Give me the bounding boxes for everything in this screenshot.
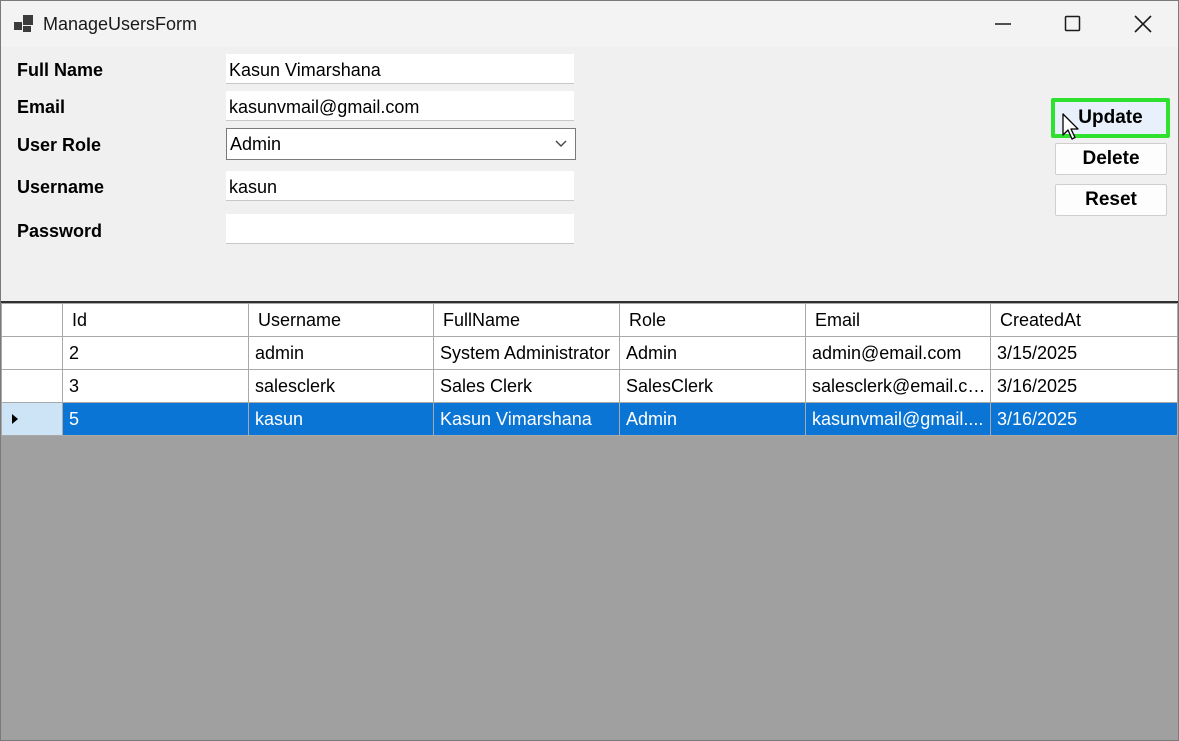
- minimize-button[interactable]: [968, 1, 1038, 47]
- reset-button[interactable]: Reset: [1055, 184, 1167, 216]
- cell-email[interactable]: admin@email.com: [805, 336, 991, 370]
- manage-users-window: ManageUsersForm Full Name Email User Rol…: [0, 0, 1179, 741]
- cell-id[interactable]: 5: [62, 402, 249, 436]
- cell-username[interactable]: kasun: [248, 402, 434, 436]
- chevron-down-icon: [555, 140, 567, 147]
- row-header-cell[interactable]: [1, 369, 63, 403]
- password-label: Password: [17, 221, 103, 241]
- user-role-label: User Role: [17, 135, 102, 155]
- delete-button[interactable]: Delete: [1055, 143, 1167, 175]
- username-label: Username: [17, 177, 105, 197]
- cell-createdat[interactable]: 3/16/2025: [990, 402, 1178, 436]
- column-header-email[interactable]: Email: [805, 303, 991, 337]
- users-grid[interactable]: Id Username FullName Role Email CreatedA…: [1, 301, 1178, 740]
- close-icon: [1134, 15, 1152, 33]
- cell-createdat[interactable]: 3/16/2025: [990, 369, 1178, 403]
- cell-fullname[interactable]: Kasun Vimarshana: [433, 402, 620, 436]
- user-role-select[interactable]: Admin: [226, 128, 576, 160]
- column-header-fullname[interactable]: FullName: [433, 303, 620, 337]
- minimize-icon: [995, 23, 1011, 25]
- cell-role[interactable]: Admin: [619, 336, 806, 370]
- mouse-cursor-icon: [1062, 113, 1079, 140]
- window-title: ManageUsersForm: [43, 14, 198, 34]
- cell-id[interactable]: 2: [62, 336, 249, 370]
- cell-createdat[interactable]: 3/15/2025: [990, 336, 1178, 370]
- table-row-selected[interactable]: 5 kasun Kasun Vimarshana Admin kasunvmai…: [1, 402, 1178, 436]
- users-table: Id Username FullName Role Email CreatedA…: [1, 303, 1178, 436]
- cell-fullname[interactable]: Sales Clerk: [433, 369, 620, 403]
- cell-role[interactable]: SalesClerk: [619, 369, 806, 403]
- cell-username[interactable]: salesclerk: [248, 369, 434, 403]
- row-header-cell[interactable]: [1, 336, 63, 370]
- table-row[interactable]: 2 admin System Administrator Admin admin…: [1, 336, 1178, 370]
- cell-fullname[interactable]: System Administrator: [433, 336, 620, 370]
- row-header-cell[interactable]: [1, 402, 63, 436]
- email-field[interactable]: [226, 91, 574, 121]
- cell-email[interactable]: salesclerk@email.com: [805, 369, 991, 403]
- corner-header-cell: [1, 303, 63, 337]
- username-field[interactable]: [226, 171, 574, 201]
- cell-username[interactable]: admin: [248, 336, 434, 370]
- email-label: Email: [17, 97, 66, 117]
- cell-email[interactable]: kasunvmail@gmail....: [805, 402, 991, 436]
- user-role-value: Admin: [230, 134, 282, 154]
- current-row-arrow-icon: [12, 414, 18, 424]
- maximize-icon: [1064, 15, 1081, 32]
- cell-role[interactable]: Admin: [619, 402, 806, 436]
- column-header-createdat[interactable]: CreatedAt: [990, 303, 1178, 337]
- password-field[interactable]: [226, 214, 574, 244]
- full-name-field[interactable]: [226, 54, 574, 84]
- full-name-label: Full Name: [17, 60, 104, 80]
- column-header-id[interactable]: Id: [62, 303, 249, 337]
- table-row[interactable]: 3 salesclerk Sales Clerk SalesClerk sale…: [1, 369, 1178, 403]
- title-bar: ManageUsersForm: [1, 1, 1178, 47]
- column-header-role[interactable]: Role: [619, 303, 806, 337]
- app-icon: [14, 15, 33, 32]
- cell-id[interactable]: 3: [62, 369, 249, 403]
- maximize-button[interactable]: [1038, 1, 1108, 47]
- close-button[interactable]: [1108, 1, 1178, 47]
- column-header-username[interactable]: Username: [248, 303, 434, 337]
- table-header-row: Id Username FullName Role Email CreatedA…: [1, 303, 1178, 337]
